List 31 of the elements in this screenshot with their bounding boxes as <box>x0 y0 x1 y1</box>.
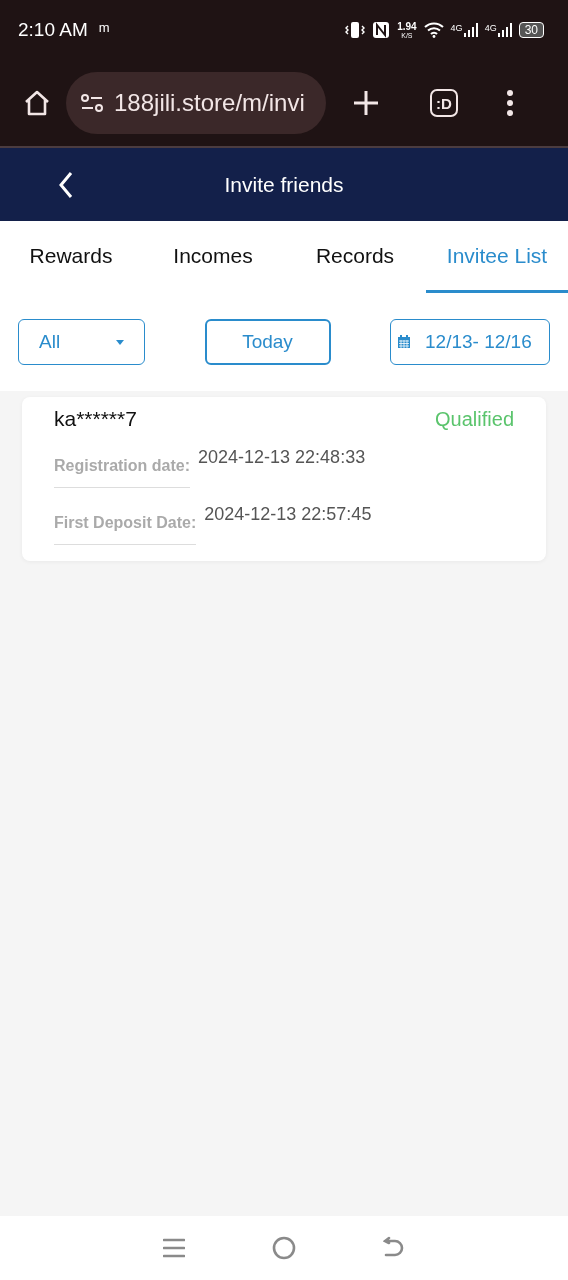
wifi-icon <box>423 22 444 38</box>
calendar-icon <box>397 335 411 349</box>
tab[interactable]: Records <box>284 221 426 293</box>
tab[interactable]: Incomes <box>142 221 284 293</box>
menu-icon[interactable] <box>163 1238 186 1258</box>
address-bar[interactable]: 188jili.store/m/invi <box>66 72 326 134</box>
home-circle-icon[interactable] <box>272 1236 296 1260</box>
status-time: 2:10 AM <box>18 19 88 41</box>
today-button[interactable]: Today <box>204 319 331 365</box>
page-title: Invite friends <box>224 172 344 197</box>
signal-indicator: 4G <box>484 23 512 37</box>
field-label: First Deposit Date: <box>54 504 197 545</box>
field-value: 2024-12-13 22:48:33 <box>198 447 366 468</box>
signal-indicator: 4G <box>450 23 478 37</box>
plus-icon[interactable] <box>352 89 380 117</box>
invitee-status: Qualified <box>435 407 514 431</box>
tab[interactable]: Rewards <box>0 221 142 293</box>
nfc-icon <box>372 21 391 39</box>
field-label: Registration date: <box>54 447 190 488</box>
invitee-name: ka******7 <box>54 407 137 431</box>
caret-icon <box>116 339 124 345</box>
battery-indicator: 30 <box>518 22 544 38</box>
status-dropdown[interactable]: All <box>18 319 145 365</box>
notification-icon: m <box>98 19 110 35</box>
vibrate-icon <box>345 21 366 39</box>
date-range-button[interactable]: 12/13- 12/16 <box>390 319 550 365</box>
site-settings-icon[interactable] <box>80 93 104 113</box>
field-value: 2024-12-13 22:57:45 <box>204 504 372 525</box>
back-icon[interactable] <box>58 170 74 199</box>
tab-switcher-button[interactable]: :D <box>430 89 458 117</box>
more-icon[interactable] <box>506 89 514 117</box>
